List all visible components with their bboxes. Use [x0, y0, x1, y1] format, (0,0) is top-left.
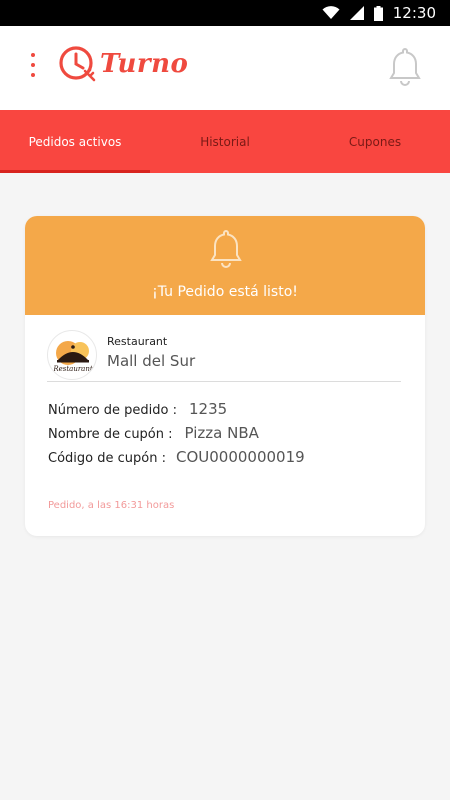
restaurant-logo-text: Restaurant [52, 365, 93, 373]
menu-dot [31, 63, 35, 67]
logo-text: Turno [100, 49, 189, 79]
restaurant-row: Restaurant Restaurant Mall del Sur [47, 330, 401, 382]
restaurant-label: Restaurant [107, 335, 168, 348]
wifi-icon [322, 6, 340, 19]
order-number-row: Número de pedido : 1235 [48, 400, 227, 418]
status-time: 12:30 [392, 4, 436, 22]
coupon-name-value: Pizza NBA [184, 424, 259, 442]
order-time: Pedido, a las 16:31 horas [48, 500, 175, 511]
restaurant-logo-image: Restaurant [52, 341, 93, 373]
bell-icon [210, 229, 242, 268]
restaurant-name: Mall del Sur [107, 352, 196, 370]
restaurant-logo: Restaurant [47, 330, 97, 380]
coupon-name-label: Nombre de cupón : [48, 427, 173, 442]
signal-icon [349, 6, 364, 20]
tab-cupones[interactable]: Cupones [300, 110, 450, 173]
order-number-label: Número de pedido : [48, 403, 177, 418]
coupon-code-label: Código de cupón : [48, 451, 166, 466]
tab-pedidos-activos[interactable]: Pedidos activos [0, 110, 150, 173]
app-logo: Turno [58, 44, 188, 84]
status-bar: 12:30 [0, 0, 450, 26]
coupon-code-row: Código de cupón : COU0000000019 [48, 448, 305, 466]
tab-bar: Pedidos activos Historial Cupones [0, 110, 450, 173]
bell-icon[interactable] [388, 46, 422, 88]
menu-dot [31, 73, 35, 77]
menu-dot [31, 53, 35, 57]
coupon-code-value: COU0000000019 [175, 448, 305, 466]
coupon-name-row: Nombre de cupón : Pizza NBA [48, 424, 259, 442]
order-card[interactable]: ¡Tu Pedido está listo! Restaurant Restau… [25, 216, 425, 536]
app-header: Turno [0, 26, 450, 110]
battery-icon [373, 5, 383, 21]
clock-fork-icon [59, 46, 96, 82]
order-number-value: 1235 [188, 400, 228, 418]
tab-historial[interactable]: Historial [150, 110, 300, 173]
order-ready-text: ¡Tu Pedido está listo! [152, 284, 298, 300]
order-ready-banner: ¡Tu Pedido está listo! [25, 216, 425, 315]
menu-button[interactable] [22, 50, 44, 80]
